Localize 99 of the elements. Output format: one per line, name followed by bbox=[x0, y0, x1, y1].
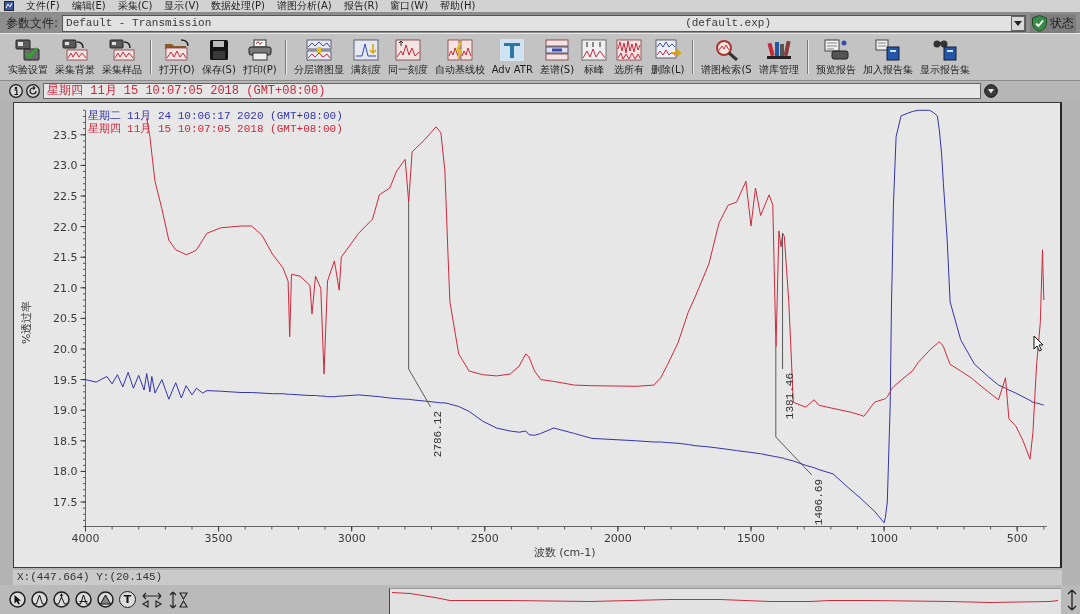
crystal-tile-icon bbox=[499, 39, 526, 61]
toolbar-button[interactable]: 选所有 bbox=[612, 37, 647, 77]
app-icon bbox=[4, 1, 14, 11]
toolbar-button[interactable]: 保存(S) bbox=[199, 37, 238, 77]
info-icon[interactable] bbox=[9, 83, 23, 98]
chart-arrow-icon bbox=[654, 39, 681, 61]
instrument-check-icon bbox=[15, 39, 41, 61]
menu-item[interactable]: 显示(V) bbox=[164, 0, 200, 12]
report-printer-icon bbox=[822, 39, 849, 61]
vertical-arrows-icon[interactable] bbox=[168, 590, 188, 609]
axis-tick-label: 1500 bbox=[737, 531, 765, 545]
caret-down-icon[interactable] bbox=[984, 83, 998, 98]
toolbar-button[interactable]: 采集背景 bbox=[53, 37, 97, 77]
books-icon bbox=[765, 39, 792, 61]
menu-item[interactable]: 数据处理(P) bbox=[211, 0, 265, 12]
menu-item[interactable]: 编辑(E) bbox=[71, 0, 106, 12]
toolbar-button[interactable]: 同一刻度 bbox=[385, 37, 430, 77]
pointer-tool-icon[interactable] bbox=[9, 591, 26, 608]
axis-tick-label: 21.0 bbox=[53, 281, 78, 295]
axis-tick-label: 4000 bbox=[71, 531, 100, 545]
toolbar-button[interactable]: 满刻度 bbox=[348, 37, 383, 77]
axis-tick-label: 17.5 bbox=[53, 496, 78, 509]
binoculars-notebook-icon bbox=[931, 39, 958, 61]
peak-label: 2786.12 bbox=[431, 411, 444, 458]
search-icon bbox=[713, 39, 740, 61]
spectrum-scale-icon bbox=[352, 39, 379, 61]
peak-plus-icon[interactable] bbox=[53, 591, 70, 608]
axis-tick-label: 22.5 bbox=[53, 190, 78, 203]
axis-tick-label: 21.5 bbox=[53, 251, 78, 265]
axis-tick-label: 19.0 bbox=[53, 404, 78, 418]
menu-item[interactable]: 谱图分析(A) bbox=[277, 0, 332, 12]
spectrum-title-field[interactable]: 星期四 11月 15 10:07:05 2018 (GMT+08:00) bbox=[43, 82, 981, 99]
rotate-icon[interactable] bbox=[26, 83, 40, 98]
menu-item[interactable]: 采集(C) bbox=[117, 0, 153, 12]
instrument-spectrum-icon bbox=[62, 39, 88, 61]
axis-tick-label: 1000 bbox=[870, 531, 899, 545]
stacked-bands-icon bbox=[544, 39, 570, 61]
printer-icon bbox=[246, 39, 273, 61]
caret-icon bbox=[1014, 20, 1022, 26]
baseline-spectrum-icon bbox=[446, 39, 473, 61]
toolbar-button[interactable]: 标峰 bbox=[579, 37, 610, 77]
notebook-icon bbox=[874, 39, 901, 61]
legend-label: 星期四 11月 15 10:07:05 2018 (GMT+08:00) bbox=[87, 123, 343, 135]
menu-item[interactable]: 文件(F) bbox=[26, 0, 60, 12]
axis-tick-label: 2500 bbox=[470, 531, 499, 545]
horizontal-arrows-icon[interactable] bbox=[141, 590, 163, 609]
axis-tick-label: 23.5 bbox=[53, 128, 78, 142]
folder-spectrum-icon bbox=[163, 39, 190, 61]
peak-label: 1406.69 bbox=[812, 479, 825, 526]
peak-label: 1381.46 bbox=[783, 373, 796, 420]
menu-item[interactable]: 窗口(W) bbox=[390, 0, 429, 12]
dropdown-button[interactable] bbox=[1011, 15, 1025, 31]
toolbar-button[interactable]: 采集样品 bbox=[100, 37, 144, 77]
parameter-file-label: 参数文件: bbox=[6, 14, 59, 32]
toolbar-button[interactable]: 显示报告集 bbox=[917, 37, 972, 77]
text-tool-button[interactable]: T bbox=[119, 591, 136, 608]
y-axis-title: %透过率 bbox=[20, 300, 33, 345]
overview-pane[interactable] bbox=[389, 588, 1061, 614]
pointer-cursor-icon bbox=[1033, 335, 1044, 352]
cursor-readout: X:(447.664) Y:(20.145) bbox=[13, 570, 1062, 585]
peak-area-icon[interactable] bbox=[97, 591, 114, 608]
legend-label: 星期二 11月 24 10:06:17 2020 (GMT+08:00) bbox=[87, 110, 343, 122]
peak-baseline-icon[interactable] bbox=[75, 591, 92, 608]
axis-tick-label: 3500 bbox=[204, 531, 233, 545]
status-button[interactable]: 状态 bbox=[1030, 13, 1076, 33]
toolbar-button[interactable]: 谱库管理 bbox=[756, 37, 801, 77]
menu-item[interactable]: 报告(R) bbox=[343, 0, 379, 12]
axis-tick-label: 20.5 bbox=[53, 312, 78, 326]
axis-tick-label: 23.0 bbox=[53, 159, 78, 173]
peak-tool-icon[interactable] bbox=[31, 591, 48, 608]
instrument-spectrum-icon bbox=[109, 39, 135, 61]
shield-check-icon bbox=[1032, 14, 1047, 32]
spectrum-tile-icon bbox=[616, 39, 643, 61]
toolbar-button[interactable]: 谱图检索(S bbox=[699, 37, 754, 77]
toolbar-button[interactable]: 打开(O) bbox=[157, 37, 197, 77]
axis-tick-label: 3000 bbox=[337, 531, 366, 545]
toolbar-button[interactable]: 差谱(S) bbox=[537, 37, 577, 77]
axis-tick-label: 19.5 bbox=[53, 373, 78, 387]
parameter-file-select[interactable]: Default - Transmission (default.exp) bbox=[62, 14, 1026, 32]
toolbar-button[interactable]: 打印(P) bbox=[240, 37, 279, 77]
axis-tick-label: 20.0 bbox=[53, 343, 78, 356]
axis-tick-label: 22.0 bbox=[53, 220, 78, 234]
axis-tick-label: 2000 bbox=[603, 531, 632, 545]
peak-arrows-icon bbox=[581, 39, 608, 61]
toolbar-button[interactable]: 删除(L) bbox=[649, 37, 687, 77]
toolbar-button[interactable]: 自动基线校 bbox=[432, 37, 487, 77]
axis-tick-label: 18.0 bbox=[53, 465, 78, 479]
axis-tick-label: 18.5 bbox=[53, 434, 78, 448]
toolbar-button[interactable]: 预览报告 bbox=[813, 37, 858, 77]
stacked-spectra-icon bbox=[305, 39, 332, 61]
toolbar-button[interactable]: Adv ATR bbox=[489, 37, 535, 77]
menu-item[interactable]: 帮助(H) bbox=[440, 0, 476, 12]
toolbar-button[interactable]: 分层谱图显 bbox=[291, 37, 346, 77]
toolbar-button[interactable]: 加入报告集 bbox=[860, 37, 915, 77]
spectrum-peaks-icon bbox=[394, 39, 421, 61]
up-down-arrows-icon[interactable] bbox=[1066, 588, 1078, 611]
x-axis-title: 波数 (cm-1) bbox=[533, 545, 596, 559]
toolbar-button[interactable]: 实验设置 bbox=[6, 37, 50, 77]
axis-tick-label: 500 bbox=[1006, 531, 1028, 545]
